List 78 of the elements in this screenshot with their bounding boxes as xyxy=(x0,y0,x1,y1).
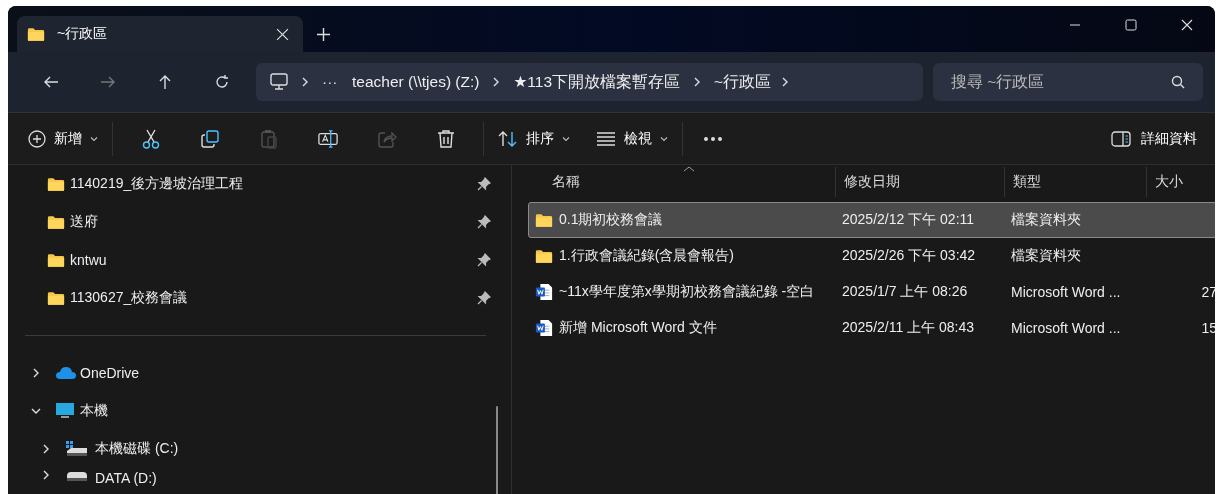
caret-icon xyxy=(562,134,570,143)
close-icon xyxy=(276,27,289,41)
file-name: 1.行政會議紀錄(含晨會報告) xyxy=(559,247,734,265)
address-bar[interactable]: ··· teacher (\\tjes) (Z:) ★113下開放檔案暫存區 ~行政區 xyxy=(256,63,923,101)
trash-icon xyxy=(435,128,456,149)
refresh-icon xyxy=(213,74,230,90)
file-type: Microsoft Word ... xyxy=(1010,284,1122,300)
folder-icon xyxy=(535,212,553,228)
tree-item[interactable]: DATA (D:) xyxy=(8,468,511,494)
file-row[interactable]: 1.行政會議紀錄(含晨會報告) 2025/2/26 下午 03:42 檔案資料夾 xyxy=(528,238,1215,274)
scrollbar[interactable] xyxy=(496,406,498,494)
word-document-icon xyxy=(535,319,553,337)
tree-item[interactable]: 本機 xyxy=(8,392,511,430)
modified-date: 2025/2/12 下午 02:11 xyxy=(841,211,976,229)
folder-icon xyxy=(27,26,45,42)
column-header[interactable]: 大小 xyxy=(1146,167,1215,197)
scissors-icon xyxy=(140,128,161,149)
rename-icon xyxy=(317,128,338,149)
plus-circle-icon xyxy=(28,129,46,148)
more-icon xyxy=(703,135,723,142)
chevron-right-icon xyxy=(31,368,41,378)
caret-icon xyxy=(90,134,98,143)
folder-icon xyxy=(47,214,65,230)
clipboard-icon xyxy=(258,128,279,149)
details-pane-icon xyxy=(1111,130,1131,147)
maximize-icon xyxy=(1125,19,1137,31)
breadcrumb[interactable]: ~行政區 xyxy=(714,71,772,93)
file-type: 檔案資料夾 xyxy=(1010,247,1082,265)
breadcrumb[interactable]: ★113下開放檔案暫存區 xyxy=(513,71,681,93)
view-button[interactable]: 檢視 xyxy=(590,120,674,157)
forward-arrow-icon xyxy=(99,74,116,90)
modified-date: 2025/2/11 上午 08:43 xyxy=(841,319,976,337)
new-button[interactable]: 新增 xyxy=(22,120,104,157)
modified-date: 2025/1/7 上午 08:26 xyxy=(841,283,969,301)
cloud-icon xyxy=(55,366,77,380)
folder-icon xyxy=(47,290,65,306)
hidden-path-button[interactable]: ··· xyxy=(322,73,352,91)
word-document-icon xyxy=(535,283,553,301)
chevron-right-icon xyxy=(41,444,51,454)
quick-access-item[interactable]: 送府 xyxy=(8,203,511,241)
sort-button[interactable]: 排序 xyxy=(492,120,576,157)
drive-icon xyxy=(65,470,89,482)
view-icon xyxy=(596,131,616,146)
column-header[interactable]: 修改日期 xyxy=(835,167,1004,197)
folder-icon xyxy=(47,252,65,268)
file-name: 新增 Microsoft Word 文件 xyxy=(559,319,717,337)
column-header[interactable]: 類型 xyxy=(1004,167,1146,197)
search-field[interactable]: 搜尋 ~行政區 xyxy=(933,63,1203,101)
modified-date: 2025/2/26 下午 03:42 xyxy=(841,247,977,265)
drive-icon xyxy=(65,441,89,457)
caret-icon xyxy=(660,134,668,143)
monitor-icon[interactable] xyxy=(270,73,288,91)
sort-icon xyxy=(498,129,518,148)
monitor-icon xyxy=(55,402,75,420)
details-button[interactable]: 詳細資料 xyxy=(1105,120,1203,157)
column-header[interactable]: 名稱 xyxy=(528,167,835,197)
tree-item[interactable]: 本機磁碟 (C:) xyxy=(8,430,511,468)
chevron-icon[interactable] xyxy=(300,76,310,88)
close-icon xyxy=(1181,19,1193,31)
quick-access-item[interactable]: kntwu xyxy=(8,241,511,279)
file-row[interactable]: 0.1期初校務會議 2025/2/12 下午 02:11 檔案資料夾 xyxy=(528,202,1215,238)
quick-access-item[interactable]: 1140219_後方邊坡治理工程 xyxy=(8,165,511,203)
search-icon xyxy=(1171,75,1185,89)
quick-access-item[interactable]: 1130627_校務會議 xyxy=(8,279,511,317)
breadcrumb[interactable]: teacher (\\tjes) (Z:) xyxy=(352,73,480,91)
plus-icon xyxy=(316,27,330,41)
folder-icon xyxy=(535,248,553,264)
copy-icon xyxy=(199,128,220,149)
folder-icon xyxy=(47,176,65,192)
file-name: ~11x學年度第x學期初校務會議紀錄 -空白 xyxy=(559,283,815,301)
chevron-down-icon xyxy=(31,406,41,416)
file-name: 0.1期初校務會議 xyxy=(559,211,663,229)
file-type: 檔案資料夾 xyxy=(1010,211,1082,229)
tree-item[interactable]: OneDrive xyxy=(8,354,511,392)
back-icon xyxy=(42,74,59,90)
chevron-right-icon xyxy=(41,470,51,480)
folder-tab[interactable]: ~行政區 xyxy=(17,16,303,52)
file-type: Microsoft Word ... xyxy=(1010,320,1122,336)
